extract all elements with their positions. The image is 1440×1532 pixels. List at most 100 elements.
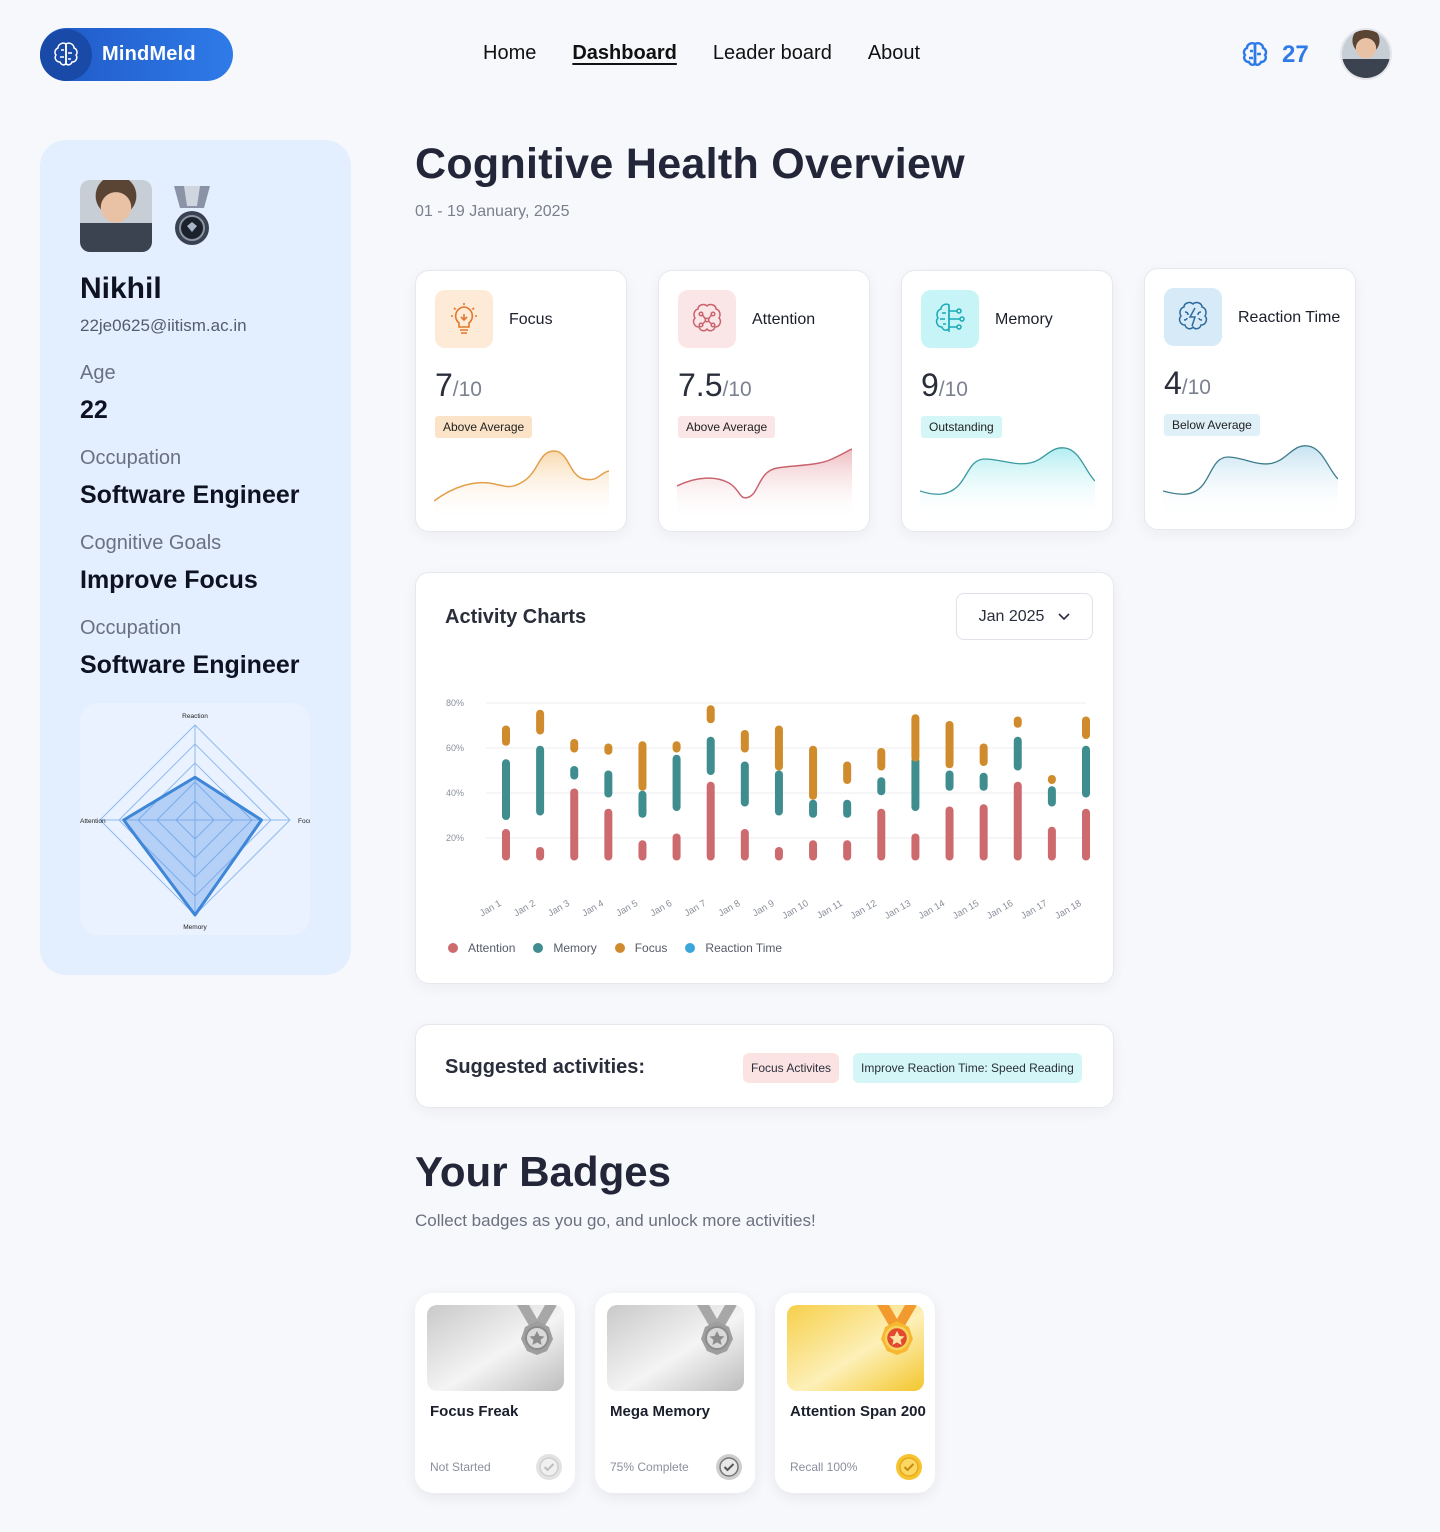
profile-email: 22je0625@iitism.ac.in: [80, 316, 247, 335]
range-bar-attention: [1013, 781, 1022, 861]
range-bar-attention: [945, 806, 954, 861]
range-bar-attention: [979, 804, 988, 861]
range-bar-attention: [502, 829, 510, 861]
legend-item-focus: Focus: [614, 941, 667, 955]
metric-score: 4/10: [1164, 365, 1211, 401]
x-tick-label: Jan 12: [849, 898, 879, 922]
nav-home[interactable]: Home: [483, 42, 536, 65]
profile-avatar: [80, 180, 152, 252]
profile-name: Nikhil: [80, 272, 162, 305]
radar-data-polygon: [122, 775, 263, 917]
reaction-time-sparkline: [1163, 445, 1338, 519]
occupation-value: Software Engineer: [80, 481, 300, 509]
range-bar-focus: [706, 705, 715, 724]
range-bar-attention: [1047, 826, 1056, 861]
brain-chip-icon: [921, 290, 979, 348]
range-bar-focus: [1047, 775, 1056, 784]
occupation-label: Occupation: [80, 447, 182, 469]
radar-axis-label: Focus: [298, 818, 310, 825]
range-bar-focus: [911, 714, 920, 762]
range-bar-focus: [979, 743, 988, 766]
range-bar-attention: [740, 829, 749, 861]
month-select[interactable]: Jan 2025: [956, 593, 1093, 640]
age-label: Age: [80, 362, 116, 384]
legend-item-attention: Attention: [448, 941, 515, 955]
x-tick-label: Jan 14: [917, 898, 947, 922]
metric-card-memory[interactable]: Memory 9/10 Outstanding: [901, 270, 1113, 532]
x-tick-label: Jan 2: [512, 898, 538, 919]
range-bar-memory: [877, 777, 886, 796]
range-bar-focus: [774, 725, 783, 771]
nav-leader-board[interactable]: Leader board: [713, 42, 832, 65]
range-bar-focus: [604, 743, 613, 755]
range-bar-focus: [740, 730, 749, 753]
range-bar-memory: [706, 736, 715, 775]
brain-points[interactable]: 27: [1240, 40, 1309, 70]
range-bar-memory: [502, 759, 510, 820]
range-bar-attention: [774, 847, 783, 861]
range-bar-memory: [809, 799, 818, 818]
range-bar-memory: [740, 761, 749, 807]
range-bar-focus: [843, 761, 852, 784]
x-tick-label: Jan 7: [683, 898, 709, 919]
user-avatar[interactable]: [1340, 28, 1392, 80]
x-tick-label: Jan 18: [1053, 898, 1083, 922]
metric-name: Reaction Time: [1238, 309, 1341, 326]
range-bar-attention: [604, 808, 613, 861]
range-bar-attention: [911, 833, 920, 861]
metric-card-reaction-time[interactable]: Reaction Time 4/10 Below Average: [1144, 268, 1356, 530]
brain-logo-icon: [40, 28, 92, 81]
y-tick-label: 20%: [446, 833, 464, 843]
radar-axis-label: Memory: [183, 924, 207, 931]
badge-card-mega-memory[interactable]: Mega Memory 75% Complete: [595, 1293, 755, 1493]
cognitive-radar-chart: Reaction Focus Memory Attention: [80, 703, 316, 935]
chip-focus-activities[interactable]: Focus Activites: [743, 1053, 840, 1083]
occupation-label-2: Occupation: [80, 617, 182, 639]
points-count: 27: [1282, 41, 1309, 68]
x-tick-label: Jan 5: [614, 898, 640, 919]
cognitive-goals-label: Cognitive Goals: [80, 532, 222, 554]
date-range: 01 - 19 January, 2025: [415, 203, 570, 220]
range-bar-memory: [570, 766, 579, 780]
legend-item-reaction-time: Reaction Time: [685, 941, 782, 955]
activity-chart-card: Activity Charts Jan 2025 20% 40% 60% 80% Jan…: [415, 572, 1114, 984]
nav-dashboard[interactable]: Dashboard: [572, 42, 676, 65]
badge-status: 75% Complete: [610, 1460, 689, 1474]
check-seal-icon: [716, 1454, 742, 1480]
range-bar-attention: [1082, 808, 1090, 861]
lightbulb-icon: [435, 290, 493, 348]
range-bar-memory: [604, 770, 613, 798]
y-tick-label: 80%: [446, 698, 464, 708]
metric-name: Attention: [752, 311, 816, 328]
badge-card-attention-span-200[interactable]: Attention Span 200 Recall 100%: [775, 1293, 935, 1493]
check-seal-icon: [896, 1454, 922, 1480]
range-bar-focus: [809, 745, 818, 800]
x-tick-label: Jan 15: [951, 898, 981, 922]
range-bar-memory: [979, 772, 988, 791]
brain-points-icon: [1242, 42, 1268, 66]
range-bar-attention: [809, 840, 818, 861]
x-tick-label: Jan 3: [546, 898, 572, 919]
nav-about[interactable]: About: [868, 42, 920, 65]
metric-card-attention[interactable]: Attention 7.5/10 Above Average: [658, 270, 870, 532]
badges-subtitle: Collect badges as you go, and unlock mor…: [415, 1211, 816, 1230]
occupation-value-2: Software Engineer: [80, 651, 300, 679]
range-bar-memory: [911, 757, 920, 811]
range-bar-focus: [502, 725, 510, 746]
brand-logo[interactable]: MindMeld: [40, 28, 233, 81]
range-bar-focus: [877, 748, 886, 771]
metric-card-focus[interactable]: Focus 7/10 Above Average: [415, 270, 627, 532]
y-tick-label: 40%: [446, 788, 464, 798]
badge-card-focus-freak[interactable]: Focus Freak Not Started: [415, 1293, 575, 1493]
silver-medal-icon: [607, 1305, 744, 1391]
brain-circuit-icon: [678, 290, 736, 348]
metric-name: Memory: [995, 311, 1053, 328]
badge-name: Focus Freak: [430, 1403, 519, 1420]
suggested-activities-title: Suggested activities:: [445, 1056, 646, 1078]
silver-medal-icon: [427, 1305, 564, 1391]
chevron-down-icon: [1058, 612, 1070, 620]
medal-icon: [170, 184, 214, 253]
chip-speed-reading[interactable]: Improve Reaction Time: Speed Reading: [853, 1053, 1082, 1083]
radar-axis-label: Reaction: [182, 713, 208, 720]
suggested-activities-card: Suggested activities: Focus Activites Im…: [415, 1024, 1114, 1108]
